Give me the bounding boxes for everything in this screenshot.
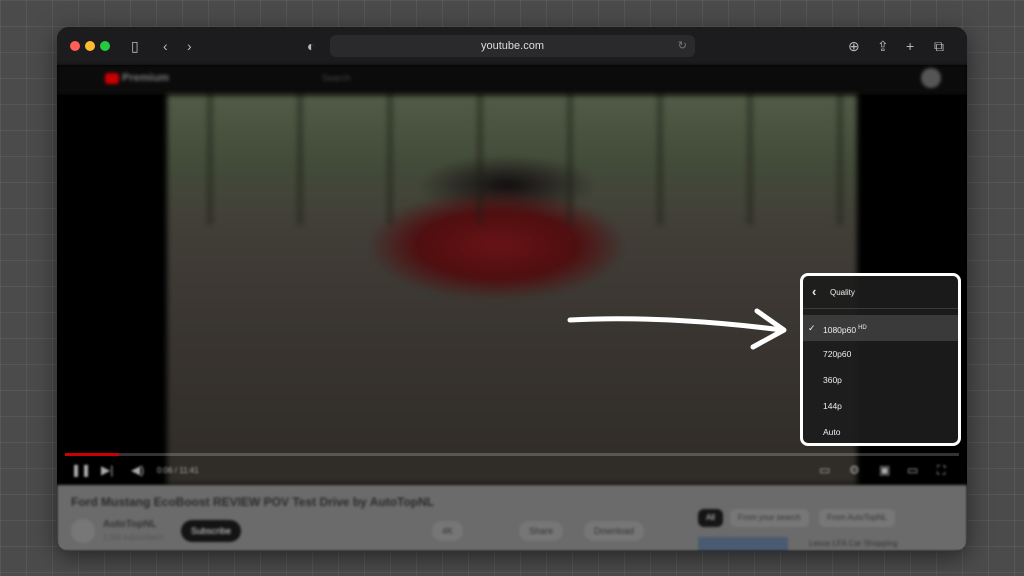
option-label: 144p bbox=[823, 401, 842, 411]
check-icon: ✓ bbox=[808, 323, 816, 333]
option-label: Auto bbox=[823, 427, 841, 437]
option-label: 360p bbox=[823, 375, 842, 385]
hd-badge: HD bbox=[858, 325, 867, 331]
quality-menu-header[interactable]: ‹ Quality bbox=[803, 276, 958, 309]
quality-option-1080p60[interactable]: ✓ 1080p60 HD bbox=[803, 315, 958, 341]
quality-option-auto[interactable]: Auto bbox=[803, 419, 958, 443]
option-label: 1080p60 bbox=[823, 325, 857, 335]
quality-option-144p[interactable]: 144p bbox=[803, 393, 958, 419]
chevron-left-icon[interactable]: ‹ bbox=[812, 284, 816, 299]
option-label: 720p60 bbox=[823, 349, 852, 359]
quality-option-360p[interactable]: 360p bbox=[803, 367, 958, 393]
quality-option-720p60[interactable]: 720p60 bbox=[803, 341, 958, 367]
quality-menu: ‹ Quality ✓ 1080p60 HD 720p60 360p 144p Au… bbox=[800, 273, 961, 446]
quality-menu-title: Quality bbox=[830, 288, 855, 297]
